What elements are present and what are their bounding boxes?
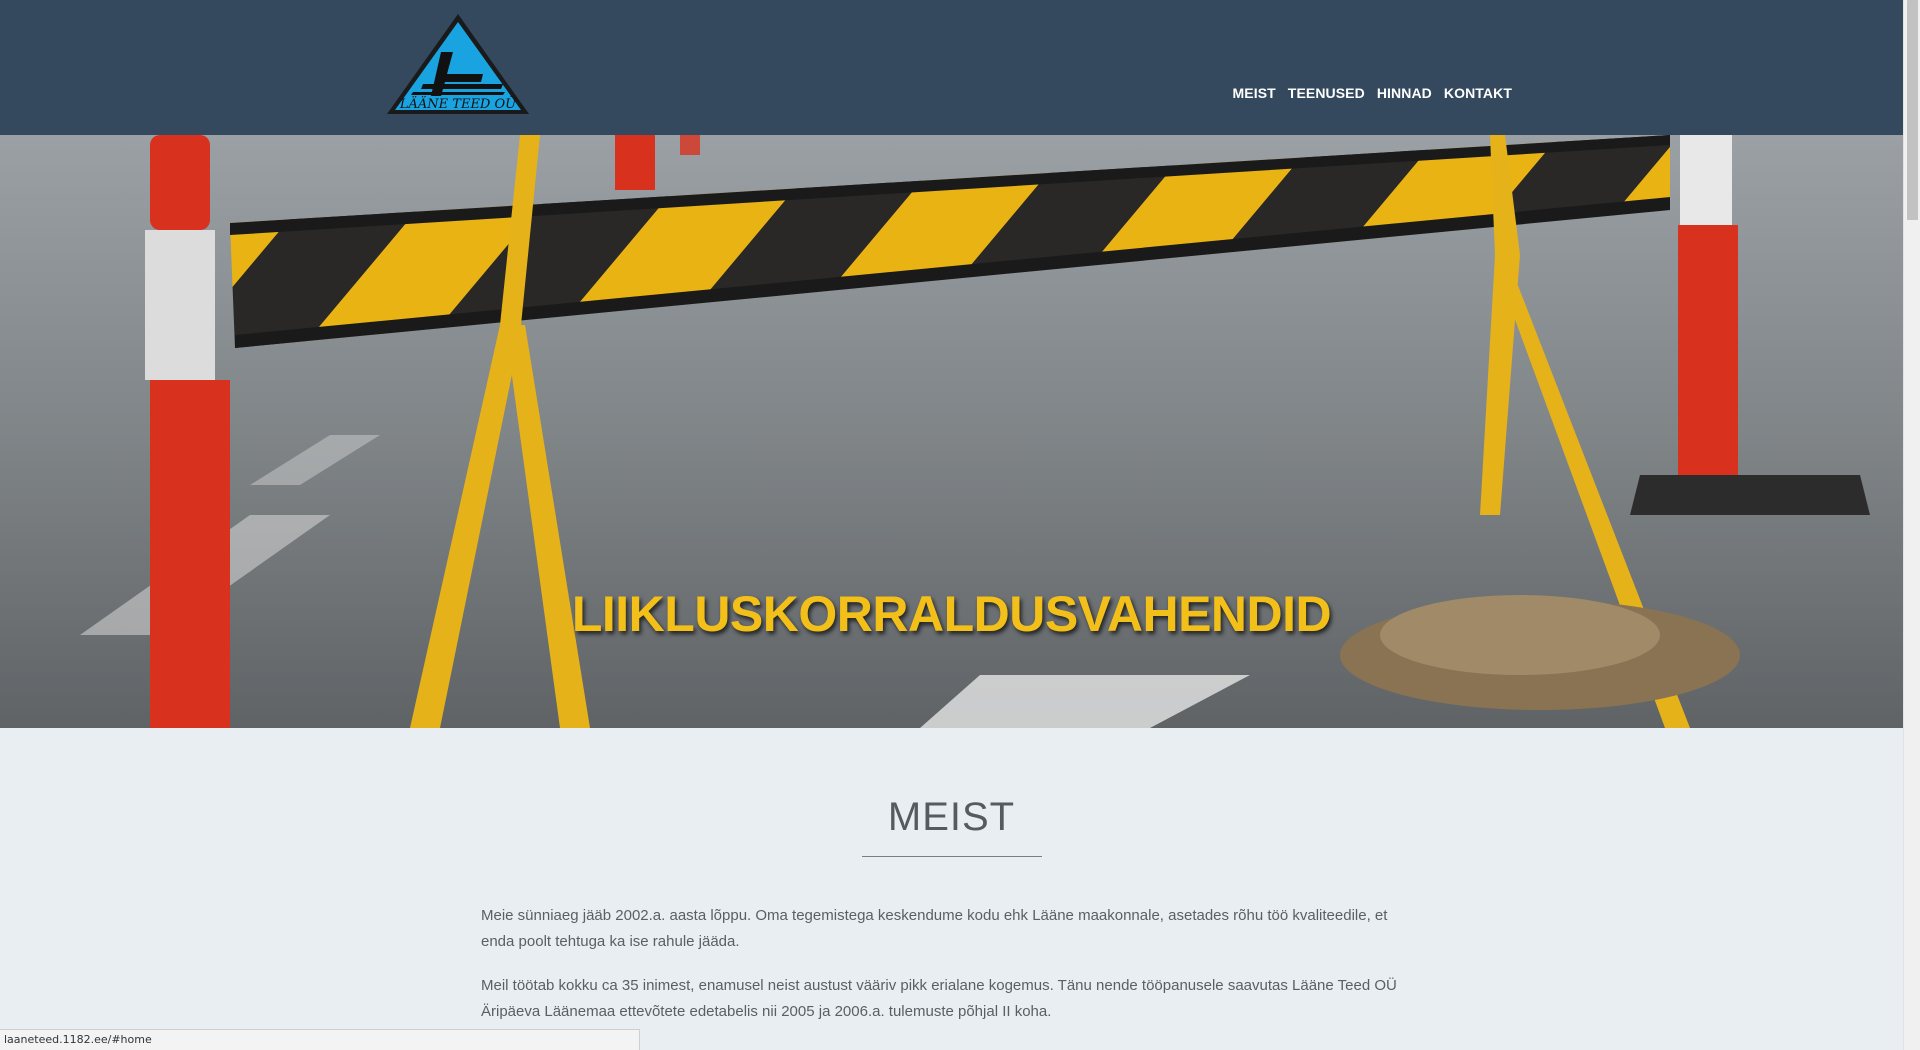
scrollbar-thumb[interactable] xyxy=(1907,0,1918,220)
nav-item-hinnad[interactable]: HINNAD xyxy=(1371,85,1438,101)
about-paragraph-1: Meie sünniaeg jääb 2002.a. aasta lõppu. … xyxy=(481,907,1388,950)
nav-item-meist[interactable]: MEIST xyxy=(1227,85,1282,101)
site-header: LÄÄNE TEED OÜ MEIST TEENUSED HINNAD KONT… xyxy=(0,0,1903,135)
section-title: MEIST xyxy=(887,795,1016,839)
title-divider xyxy=(862,856,1042,857)
page: LÄÄNE TEED OÜ MEIST TEENUSED HINNAD KONT… xyxy=(0,0,1920,1050)
nav-item-teenused[interactable]: TEENUSED xyxy=(1282,85,1371,101)
about-paragraph-2: Meil töötab kokku ca 35 inimest, enamuse… xyxy=(481,977,1397,1020)
about-section: MEIST Meie sünniaeg jääb 2002.a. aasta l… xyxy=(0,728,1903,1050)
nav-item-kontakt[interactable]: KONTAKT xyxy=(1438,85,1518,101)
hero-banner: LIIKLUSKORRALDUSVAHENDID xyxy=(0,135,1903,728)
hero-title: LIIKLUSKORRALDUSVAHENDID xyxy=(571,586,1332,642)
main-nav: MEIST TEENUSED HINNAD KONTAKT xyxy=(1227,85,1518,101)
logo-text: LÄÄNE TEED OÜ xyxy=(399,95,517,112)
browser-status-bar: laaneteed.1182.ee/#home xyxy=(0,1029,640,1050)
vertical-scrollbar[interactable] xyxy=(1903,0,1920,1050)
logo[interactable]: LÄÄNE TEED OÜ xyxy=(383,12,533,118)
